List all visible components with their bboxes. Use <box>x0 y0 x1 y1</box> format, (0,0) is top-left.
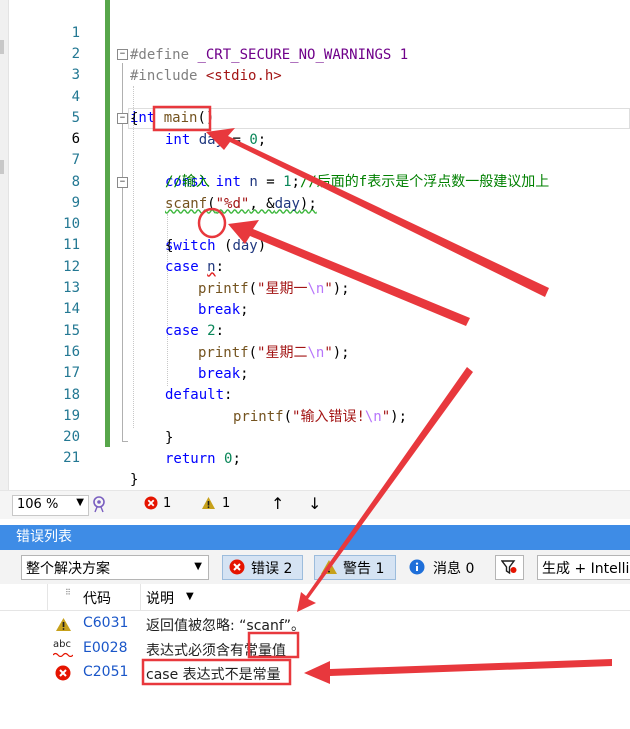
code-line-6: 6 − const int n = 1;//后面的f表示是个浮点数一般建议加上 <box>0 108 630 190</box>
punctuation: ; <box>232 450 241 467</box>
scope-dropdown[interactable]: 整个解决方案 ▼ <box>21 555 209 580</box>
error-description: 返回值被忽略: “scanf”。 <box>146 618 306 634</box>
code-line-5: 5 int day = 0; <box>0 87 630 147</box>
sort-grip-icon: ⠿ <box>65 588 71 597</box>
code-line-1: 1 #define _CRT_SECURE_NO_WARNINGS 1 <box>0 2 630 62</box>
zoom-dropdown[interactable]: 106 % ▼ <box>12 495 89 516</box>
collapse-icon[interactable]: − <box>117 177 128 188</box>
code-line-17: 17 default: <box>0 342 630 402</box>
column-divider <box>140 584 141 610</box>
code-line-13: 13 break; <box>0 257 630 317</box>
brace: } <box>130 471 139 488</box>
zoom-value: 106 % <box>17 497 59 512</box>
code-line-10: 10 { <box>0 193 630 253</box>
code-cleanup-icon[interactable] <box>92 495 108 517</box>
build-filter-value: 生成 + IntelliSense <box>542 561 630 577</box>
code-line-11: 11 case n: <box>0 214 630 274</box>
code-line-15: 15 printf("星期二\n"); <box>0 300 630 360</box>
collapse-icon[interactable]: − <box>117 113 128 124</box>
chevron-down-icon: ▼ <box>194 561 202 572</box>
column-divider <box>47 584 48 610</box>
error-list-toolbar: 整个解决方案 ▼ 错误 2 警告 1 消息 0 生成 + Intelli <box>0 550 630 584</box>
error-code-link[interactable]: C2051 <box>83 664 128 680</box>
code-line-20: 20 return 0; <box>0 406 630 466</box>
code-line-21: 21 } <box>0 427 630 487</box>
chevron-down-icon: ▼ <box>76 497 84 508</box>
warning-icon <box>320 559 338 579</box>
filter-button[interactable] <box>495 555 524 580</box>
warnings-filter-label: 警告 1 <box>343 561 385 577</box>
error-icon <box>229 559 245 579</box>
error-row[interactable]: C2051 case 表达式不是常量 <box>0 661 630 686</box>
code-line-8: 8 scanf("%d", &day); <box>0 151 630 211</box>
messages-filter-label: 消息 0 <box>433 561 475 577</box>
error-icon <box>55 665 71 685</box>
code-line-9: 9 − switch (day) <box>0 172 630 254</box>
code-line-19: 19 } <box>0 385 630 445</box>
warning-count[interactable]: 1 <box>222 496 230 511</box>
error-list-title: 错误列表 <box>16 529 72 545</box>
column-header-code[interactable]: 代码 <box>83 588 111 608</box>
warning-icon <box>55 617 72 636</box>
info-icon <box>409 559 425 579</box>
filter-icon <box>500 559 518 579</box>
error-list-header: ⠿ 代码 说明 ▼ <box>0 584 630 611</box>
error-row[interactable]: C6031 返回值被忽略: “scanf”。 <box>0 612 630 637</box>
line-number: 21 <box>63 450 80 467</box>
code-line-2: 2 #include <stdio.h> <box>0 23 630 83</box>
code-line-4: 4 { <box>0 66 630 126</box>
chevron-down-icon[interactable]: ▼ <box>186 591 194 602</box>
editor-status-bar: 106 % ▼ 1 1 ↑ ↓ <box>0 490 630 519</box>
column-header-description[interactable]: 说明 <box>146 588 174 608</box>
error-description: 表达式必须含有常量值 <box>146 640 286 660</box>
intellisense-abc-label: abc <box>53 639 71 650</box>
errors-filter-label: 错误 2 <box>251 561 293 577</box>
error-description-highlight: 常量值 <box>244 643 286 659</box>
code-editor[interactable]: 1 #define _CRT_SECURE_NO_WARNINGS 1 2 #i… <box>0 0 630 490</box>
code-line-18: 18 printf("输入错误!\n"); <box>0 364 630 424</box>
intellisense-error-icon: abc <box>53 639 73 657</box>
code-line-16: 16 break; <box>0 321 630 381</box>
warning-icon[interactable] <box>201 496 216 514</box>
error-icon[interactable] <box>144 496 158 514</box>
errors-filter-button[interactable]: 错误 2 <box>222 555 303 580</box>
error-description-text: 表达式必须含有 <box>146 643 244 659</box>
error-count[interactable]: 1 <box>163 496 171 511</box>
keyword: return <box>165 450 216 467</box>
error-code-link[interactable]: C6031 <box>83 615 128 631</box>
error-row[interactable]: abc E0028 表达式必须含有常量值 <box>0 637 630 662</box>
error-code-link[interactable]: E0028 <box>83 640 127 656</box>
code-line-7: 7 //输入 <box>0 129 630 189</box>
scope-value: 整个解决方案 <box>26 561 110 577</box>
messages-filter-button[interactable]: 消息 0 <box>402 555 485 580</box>
error-description: case 表达式不是常量 <box>146 667 281 683</box>
build-filter-dropdown[interactable]: 生成 + IntelliSense <box>537 555 630 580</box>
collapse-icon[interactable]: − <box>117 49 128 60</box>
next-issue-button[interactable]: ↓ <box>308 494 321 513</box>
previous-issue-button[interactable]: ↑ <box>271 494 284 513</box>
code-line-14: 14 case 2: <box>0 278 630 338</box>
error-list-title-bar: 错误列表 <box>0 525 630 550</box>
code-line-3: 3 − int main() <box>0 44 630 126</box>
code-line-12: 12 printf("星期一\n"); <box>0 236 630 296</box>
warnings-filter-button[interactable]: 警告 1 <box>314 555 396 580</box>
